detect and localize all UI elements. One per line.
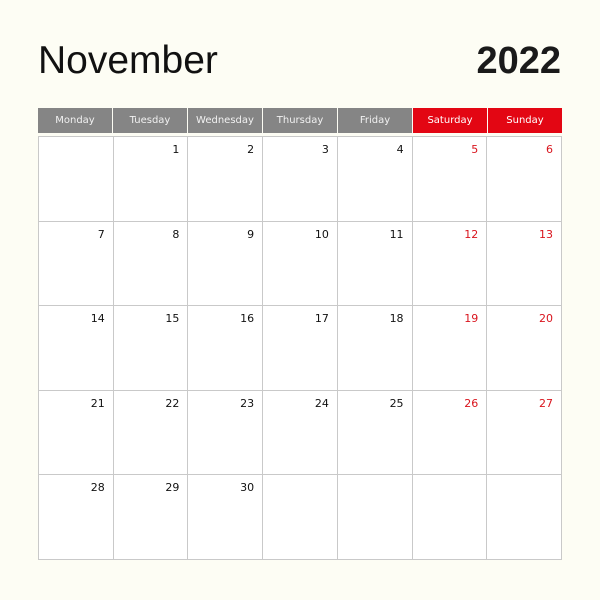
day-number: 29 [165,481,180,495]
day-cell: 14 [39,306,114,391]
day-number: 4 [396,143,404,156]
day-number: 28 [90,481,105,495]
day-cell: 7 [39,221,114,307]
day-cell: 9 [188,221,264,307]
day-number: 6 [546,143,553,156]
day-number: 30 [240,481,255,495]
day-cell-weekend: 6 [487,137,562,222]
month-title: November [38,39,218,82]
weekday-header-friday: Friday [338,108,412,133]
day-cell: 24 [263,390,338,476]
day-number: 15 [165,312,180,326]
day-number: 11 [389,227,404,241]
day-cell-weekend: 20 [487,306,562,391]
day-cell: 11 [337,221,413,307]
day-number: 25 [389,396,404,410]
weekday-header-tuesday: Tuesday [113,108,187,133]
weekday-header-thursday: Thursday [263,108,337,133]
day-number: 21 [90,396,105,410]
day-cell [263,475,338,560]
day-cell [337,475,413,560]
day-number: 3 [321,143,329,156]
day-cell: 1 [113,137,189,222]
day-cell: 28 [39,475,114,560]
day-cell-weekend: 13 [487,221,562,307]
weekday-header-saturday: Saturday [413,108,487,133]
day-cell-weekend: 27 [487,390,562,476]
day-number: 17 [314,312,329,326]
day-number: 8 [172,227,180,241]
day-cell: 2 [188,137,264,222]
day-cell: 23 [188,390,264,476]
weekday-header-monday: Monday [38,108,112,133]
weekday-header-sunday: Sunday [488,108,562,133]
day-number: 24 [314,396,329,410]
day-cell: 4 [337,137,413,222]
day-cell-weekend [487,475,562,560]
day-number: 27 [539,396,553,410]
day-cell-weekend: 12 [412,221,488,307]
day-number: 5 [471,143,479,156]
day-cell: 21 [39,390,114,476]
day-number: 22 [165,396,180,410]
day-number: 9 [247,227,255,241]
day-cell: 15 [113,306,189,391]
day-number: 10 [314,227,329,241]
day-cell: 25 [337,390,413,476]
day-cell: 8 [113,221,189,307]
day-cell: 3 [263,137,338,222]
day-cell: 29 [113,475,189,560]
day-number: 12 [464,227,479,241]
day-number: 26 [464,396,479,410]
day-number: 14 [90,312,105,326]
day-cell: 22 [113,390,189,476]
day-number: 16 [240,312,255,326]
day-number: 20 [539,312,553,326]
day-cell-weekend: 5 [412,137,488,222]
calendar-grid: 1 2 3 4 5 6 7 8 9 10 11 12 13 14 15 16 1… [38,136,562,560]
weekday-header-row: Monday Tuesday Wednesday Thursday Friday… [38,108,562,133]
day-number: 7 [97,227,105,241]
day-number: 23 [240,396,255,410]
day-number: 1 [172,143,180,156]
day-cell: 30 [188,475,264,560]
day-cell-weekend: 19 [412,306,488,391]
day-cell-weekend [412,475,488,560]
weekday-header-wednesday: Wednesday [188,108,262,133]
year-title: 2022 [476,40,561,82]
day-cell-weekend: 26 [412,390,488,476]
day-cell: 10 [263,221,338,307]
day-cell [39,137,114,222]
day-cell: 16 [188,306,264,391]
day-cell: 17 [263,306,338,391]
day-number: 13 [539,227,553,241]
day-cell: 18 [337,306,413,391]
day-number: 2 [247,143,255,156]
day-number: 19 [464,312,479,326]
day-number: 18 [389,312,404,326]
